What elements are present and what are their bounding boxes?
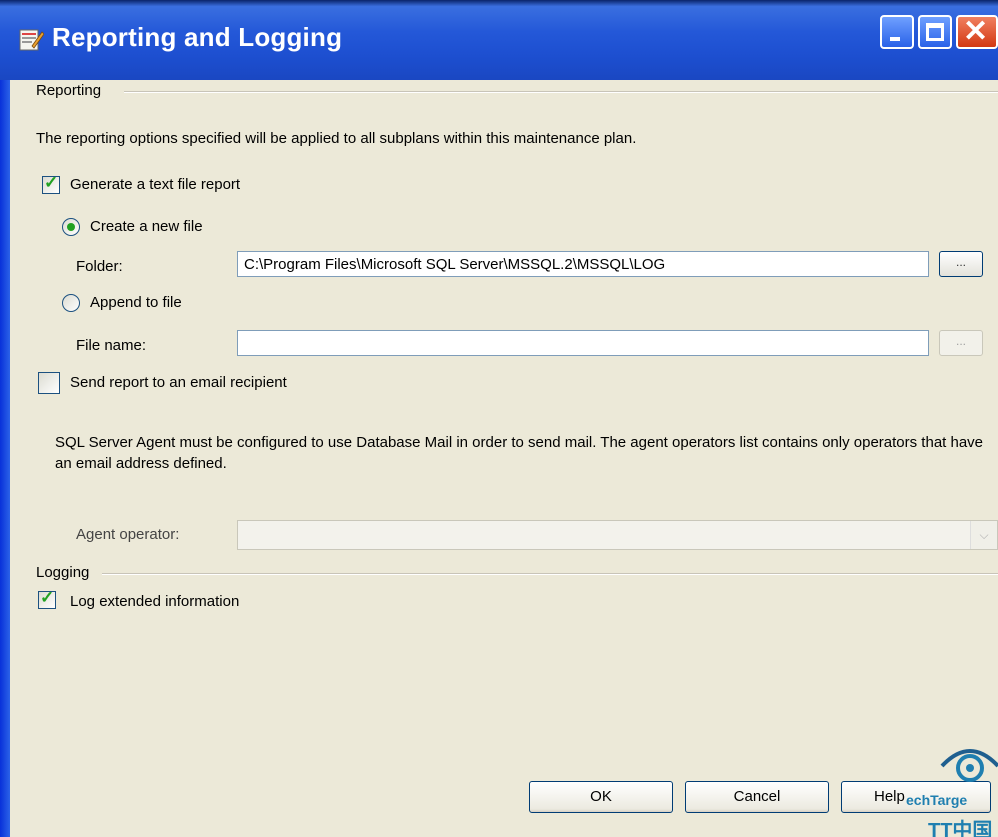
minimize-button[interactable] [880, 15, 914, 49]
logging-group-divider [102, 573, 998, 575]
create-new-file-label[interactable]: Create a new file [90, 218, 203, 235]
radio-selected-icon [67, 223, 75, 231]
ok-button[interactable]: OK [529, 781, 673, 813]
title-bar[interactable]: Reporting and Logging ✕ [0, 0, 998, 80]
watermark-eye-icon [940, 749, 998, 782]
minimize-icon [890, 37, 900, 41]
folder-browse-button[interactable]: ... [939, 251, 983, 277]
agent-mail-note: SQL Server Agent must be configured to u… [55, 434, 984, 472]
append-to-file-label[interactable]: Append to file [90, 294, 182, 311]
dialog-window: Reporting and Logging ✕ Reporting The re… [0, 0, 998, 837]
cancel-button[interactable]: Cancel [685, 781, 829, 813]
close-icon: ✕ [963, 15, 989, 48]
close-button[interactable]: ✕ [956, 15, 998, 49]
generate-text-report-label[interactable]: Generate a text file report [70, 176, 240, 193]
file-name-input[interactable] [237, 330, 929, 356]
watermark-text: echTarge [906, 792, 968, 808]
send-email-label[interactable]: Send report to an email recipient [70, 374, 287, 391]
checkmark-icon: ✓ [44, 173, 59, 192]
create-new-file-radio[interactable] [62, 218, 80, 236]
logging-group-label: Logging [36, 564, 90, 581]
app-icon [19, 29, 44, 51]
folder-label: Folder: [76, 258, 123, 275]
log-extended-label[interactable]: Log extended information [70, 593, 239, 610]
chevron-down-icon: ⌵ [970, 521, 997, 549]
dialog-content: Reporting The reporting options specifie… [10, 80, 998, 837]
watermark-text-secondary: TT中国 [928, 820, 993, 837]
send-email-checkbox[interactable] [38, 372, 60, 394]
reporting-group-label: Reporting [36, 82, 102, 99]
maximize-icon [926, 23, 944, 41]
reporting-description: The reporting options specified will be … [36, 130, 637, 147]
log-extended-checkbox[interactable]: ✓ [38, 588, 56, 609]
agent-operator-select[interactable]: ⌵ [237, 520, 998, 550]
file-name-label: File name: [76, 337, 147, 354]
checkmark-icon: ✓ [40, 588, 55, 607]
agent-operator-label: Agent operator: [76, 526, 180, 543]
folder-input[interactable]: C:\Program Files\Microsoft SQL Server\MS… [237, 251, 929, 277]
reporting-group-divider [124, 91, 998, 93]
window-frame-left [0, 80, 10, 837]
generate-text-report-checkbox[interactable]: ✓ [42, 173, 60, 194]
append-to-file-radio[interactable] [62, 294, 80, 312]
window-title: Reporting and Logging [52, 22, 343, 52]
file-name-browse-button[interactable]: ... [939, 330, 983, 356]
maximize-button[interactable] [918, 15, 952, 49]
